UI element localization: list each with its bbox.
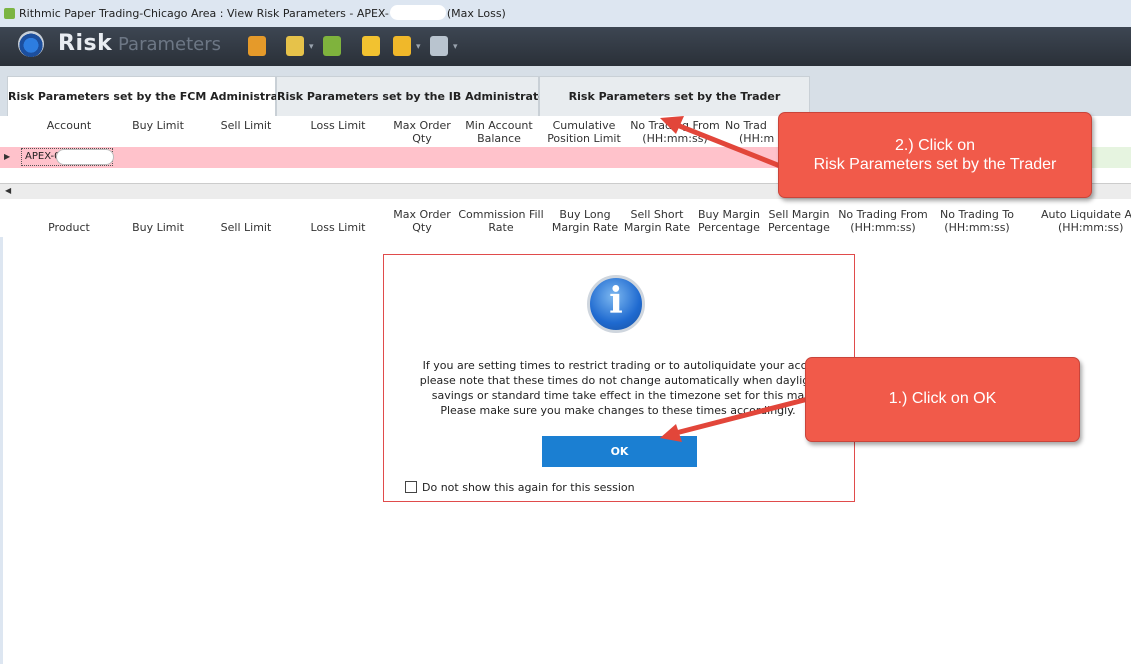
app-icon xyxy=(4,8,15,19)
tab-ib-administrator[interactable]: Risk Parameters set by the IB Administra… xyxy=(276,76,551,116)
col-header-buy-limit[interactable]: Buy Limit xyxy=(122,221,194,234)
logo-parameters: Parameters xyxy=(118,34,222,55)
gauge-icon xyxy=(18,31,44,57)
col-header-sell-limit[interactable]: Sell Limit xyxy=(210,119,282,132)
redaction-mark xyxy=(389,5,446,20)
col-header-no-trading-from[interactable]: No Trading From (HH:mm:ss) xyxy=(625,119,725,145)
col-header-sell-limit[interactable]: Sell Limit xyxy=(210,221,282,234)
dialog-line: If you are setting times to restrict tra… xyxy=(422,359,814,372)
col-header-max-order-qty[interactable]: Max Order Qty xyxy=(382,119,462,145)
col-header-no-trading-from[interactable]: No Trading From (HH:mm:ss) xyxy=(835,208,931,234)
col-header-buy-limit[interactable]: Buy Limit xyxy=(122,119,194,132)
ok-button[interactable]: OK xyxy=(542,436,697,467)
window-edge xyxy=(0,237,3,664)
col-header-loss-limit[interactable]: Loss Limit xyxy=(300,221,376,234)
dialog-line: Please make sure you make changes to the… xyxy=(440,404,796,417)
callout-trader-tab: 2.) Click on Risk Parameters set by the … xyxy=(778,112,1092,198)
window-title-prefix: Rithmic Paper Trading-Chicago Area : Vie… xyxy=(19,7,389,20)
scroll-left-icon[interactable]: ◀ xyxy=(5,186,11,195)
clear-icon[interactable] xyxy=(248,36,266,56)
col-header-max-order-qty[interactable]: Max Order Qty xyxy=(382,208,462,234)
dialog-line: savings or standard time take effect in … xyxy=(431,389,805,402)
accounts-icon[interactable] xyxy=(323,36,341,56)
col-header-account[interactable]: Account xyxy=(35,119,103,132)
logo-risk: Risk xyxy=(58,31,113,56)
chevron-down-icon[interactable]: ▾ xyxy=(416,42,421,52)
col-header-no-trading-to[interactable]: No Trading To (HH:mm:ss) xyxy=(930,208,1024,234)
col-header-buy-margin-percentage[interactable]: Buy Margin Percentage xyxy=(692,208,766,234)
chevron-down-icon[interactable]: ▾ xyxy=(309,42,314,52)
dont-show-checkbox[interactable] xyxy=(405,481,417,493)
tab-fcm-administrator[interactable]: Risk Parameters set by the FCM Administr… xyxy=(7,76,296,116)
row-selector-icon: ▶ xyxy=(4,152,11,161)
dialog-message: If you are setting times to restrict tra… xyxy=(393,358,843,418)
chevron-down-icon[interactable]: ▾ xyxy=(453,42,458,52)
callout-text: Risk Parameters set by the Trader xyxy=(813,156,1057,173)
folder-icon[interactable] xyxy=(362,36,380,56)
template-icon[interactable] xyxy=(393,36,411,56)
callout-text: 2.) Click on xyxy=(894,137,976,154)
col-header-no-trading-to[interactable]: No Trad (HH:m xyxy=(725,119,785,145)
col-header-commission-fill-rate[interactable]: Commission Fill Rate xyxy=(456,208,546,234)
clipboard-icon[interactable] xyxy=(430,36,448,56)
info-glyph: i xyxy=(609,280,623,322)
dont-show-label[interactable]: Do not show this again for this session xyxy=(422,481,635,494)
col-header-buy-long-margin-rate[interactable]: Buy Long Margin Rate xyxy=(548,208,622,234)
col-header-cumulative-position-limit[interactable]: Cumulative Position Limit xyxy=(542,119,626,145)
window-title: Rithmic Paper Trading-Chicago Area : Vie… xyxy=(19,5,506,20)
col-header-sell-short-margin-rate[interactable]: Sell Short Margin Rate xyxy=(620,208,694,234)
col-header-loss-limit[interactable]: Loss Limit xyxy=(300,119,376,132)
transfer-icon[interactable] xyxy=(286,36,304,56)
callout-text: 1.) Click on OK xyxy=(888,390,997,407)
callout-ok: 1.) Click on OK xyxy=(805,357,1080,442)
col-header-product[interactable]: Product xyxy=(35,221,103,234)
col-header-auto-liquidate-at[interactable]: Auto Liquidate At (HH:mm:ss) xyxy=(1033,208,1131,234)
tab-row: Risk Parameters set by the FCM Administr… xyxy=(7,76,1131,116)
tab-trader[interactable]: Risk Parameters set by the Trader xyxy=(539,76,810,116)
dialog-line: please note that these times do not chan… xyxy=(419,374,817,387)
window-title-suffix: (Max Loss) xyxy=(446,7,506,20)
col-header-sell-margin-percentage[interactable]: Sell Margin Percentage xyxy=(762,208,836,234)
col-header-min-account-balance[interactable]: Min Account Balance xyxy=(458,119,540,145)
redaction-mark xyxy=(56,149,114,165)
